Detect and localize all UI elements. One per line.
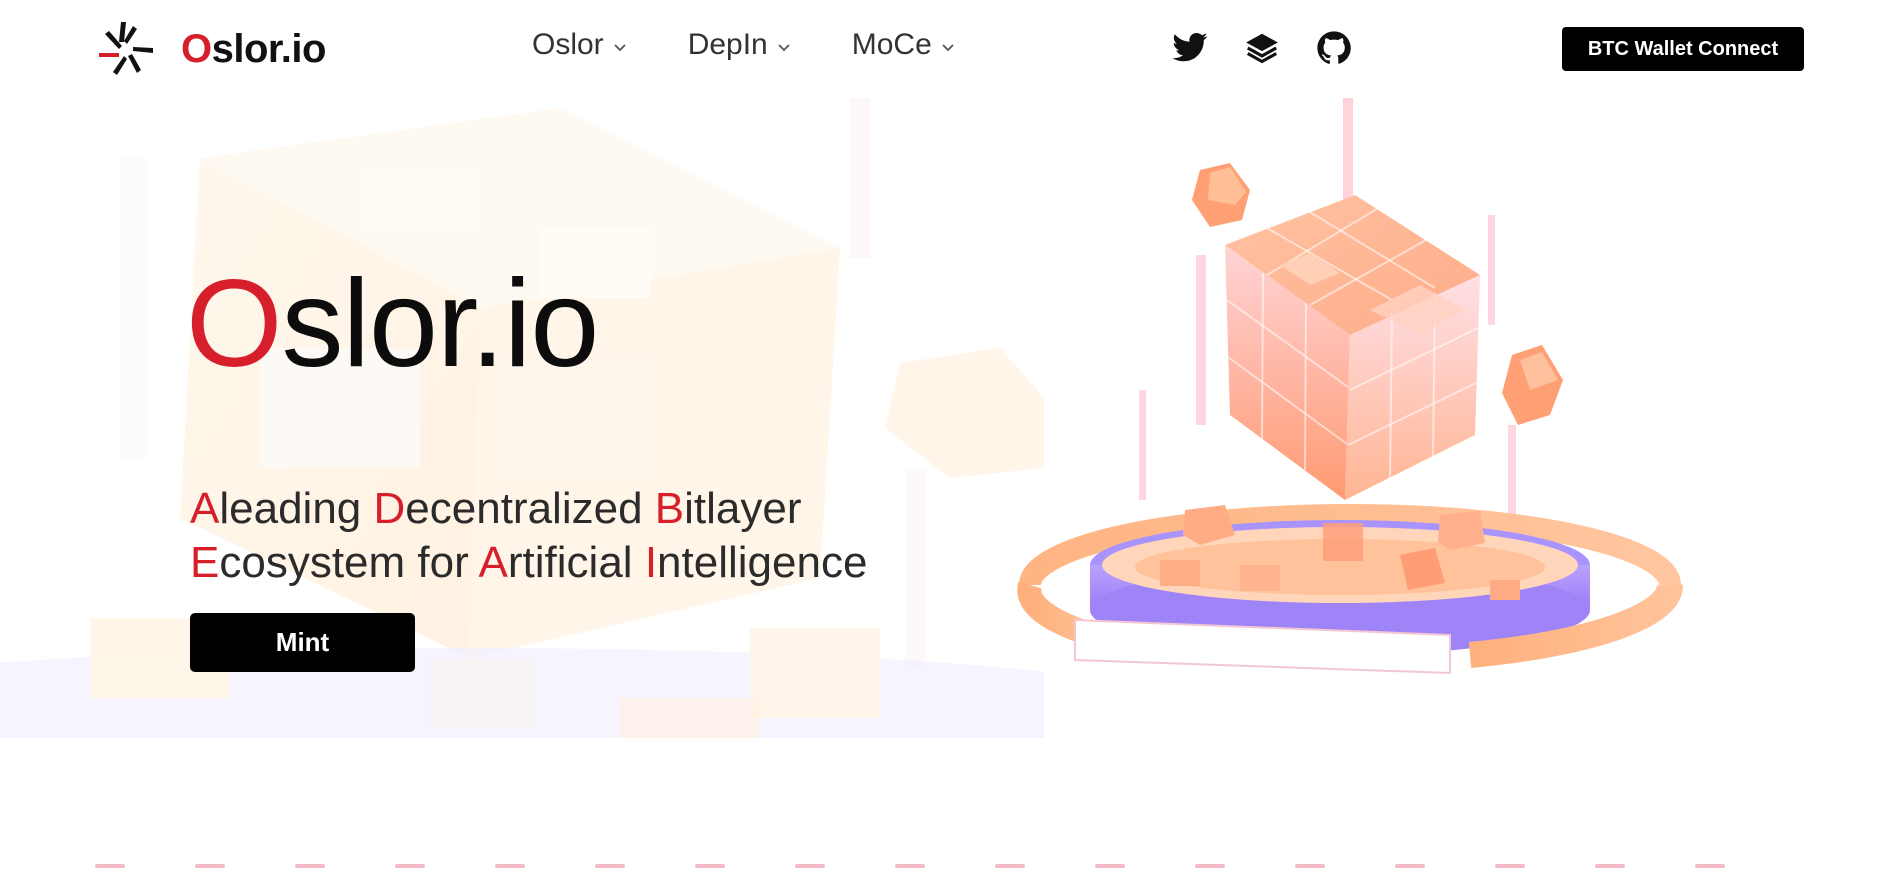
divider-dash	[495, 864, 525, 868]
twitter-icon	[1172, 32, 1208, 62]
subtitle-word: rtificial	[507, 538, 645, 587]
divider-dash	[1695, 864, 1725, 868]
subtitle-cap: D	[373, 484, 406, 533]
subtitle-word: ntelligence	[657, 538, 868, 587]
logo[interactable]: Oslor.io	[97, 20, 326, 78]
nav-item-label: MoCe	[851, 28, 932, 61]
section-divider-decoration	[95, 864, 1805, 869]
subtitle-cap: B	[654, 484, 685, 533]
divider-dash	[195, 864, 225, 868]
brand-name-rest: slor.io	[211, 26, 327, 71]
divider-dash	[1195, 864, 1225, 868]
hero-title: Oslor.io	[186, 262, 599, 386]
docs-link[interactable]	[1242, 28, 1282, 68]
nav-item-depin[interactable]: DepIn	[688, 28, 792, 62]
logo-mark-icon	[99, 22, 153, 75]
github-link[interactable]	[1314, 28, 1354, 68]
hero-background	[0, 98, 1044, 738]
subtitle-cap: A	[478, 538, 508, 587]
divider-dash	[1295, 864, 1325, 868]
background-wash	[0, 98, 1044, 738]
divider-dash	[1395, 864, 1425, 868]
divider-dash	[1495, 864, 1525, 868]
twitter-link[interactable]	[1170, 28, 1210, 68]
chevron-down-icon	[614, 44, 626, 52]
social-links	[1170, 28, 1354, 68]
nav-item-moce[interactable]: MoCe	[852, 28, 956, 62]
divider-dash	[995, 864, 1025, 868]
divider-dash	[695, 864, 725, 868]
divider-dash	[295, 864, 325, 868]
divider-dash	[895, 864, 925, 868]
subtitle-cap: E	[190, 538, 220, 587]
subtitle-cap: A	[190, 484, 220, 533]
hero-cube-illustration	[1017, 95, 1683, 675]
hero-title-initial: O	[186, 255, 282, 393]
hero-subtitle: Aleading Decentralized Bitlayer Ecosyste…	[190, 482, 950, 590]
chevron-down-icon	[778, 44, 790, 52]
subtitle-word: itlayer	[684, 484, 802, 533]
divider-dash	[595, 864, 625, 868]
btc-wallet-connect-button[interactable]: BTC Wallet Connect	[1562, 27, 1804, 71]
divider-dash	[395, 864, 425, 868]
nav-item-label: DepIn	[687, 28, 768, 61]
layers-icon	[1246, 33, 1278, 64]
subtitle-cap: I	[644, 538, 658, 587]
main-nav: Oslor DepIn MoCe	[532, 28, 956, 62]
brand-name: Oslor.io	[181, 27, 326, 72]
divider-dash	[1595, 864, 1625, 868]
site-header: Oslor.io Oslor DepIn MoCe BTC Wallet Con…	[0, 0, 1900, 98]
mint-button[interactable]: Mint	[190, 613, 415, 672]
github-icon	[1317, 31, 1351, 64]
subtitle-word: ecentralized	[405, 484, 655, 533]
brand-name-initial: O	[181, 26, 212, 71]
divider-dash	[95, 864, 125, 868]
chevron-down-icon	[942, 44, 954, 52]
subtitle-word: cosystem for	[219, 538, 479, 587]
divider-dash	[1095, 864, 1125, 868]
nav-item-oslor[interactable]: Oslor	[532, 28, 628, 62]
subtitle-word: leading	[219, 484, 374, 533]
divider-dash	[795, 864, 825, 868]
nav-item-label: Oslor	[532, 28, 604, 61]
hero-title-rest: slor.io	[281, 255, 599, 393]
